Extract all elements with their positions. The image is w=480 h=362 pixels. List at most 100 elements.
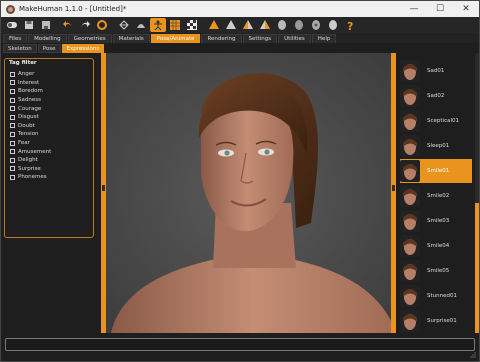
checkbox[interactable] xyxy=(10,106,15,112)
undo-icon[interactable] xyxy=(60,18,76,32)
reset-camera-icon[interactable] xyxy=(308,18,324,32)
checkbox[interactable] xyxy=(10,131,15,137)
expression-item-sad01[interactable]: Sad01 xyxy=(400,59,472,83)
expression-item-smile05[interactable]: Smile05 xyxy=(400,259,472,283)
tag-item-tension[interactable]: Tension xyxy=(10,130,51,139)
help-icon[interactable]: ? xyxy=(342,18,358,32)
left-panel-splitter[interactable] xyxy=(101,53,106,333)
tag-label: Amusement xyxy=(18,148,52,155)
right-view-icon[interactable] xyxy=(257,18,273,32)
grid-icon[interactable] xyxy=(167,18,183,32)
status-bar xyxy=(1,333,479,361)
expression-item-sceptical01[interactable]: Sceptical01 xyxy=(400,109,472,133)
tag-item-boredom[interactable]: Boredom xyxy=(10,87,51,96)
expression-thumbnail xyxy=(400,310,420,332)
tag-item-fear[interactable]: Fear xyxy=(10,139,51,148)
left-panel: Tag filter Anger Interest Boredom Sadnes… xyxy=(1,53,101,333)
window-title: MakeHuman 1.1.0 - [Untitled]* xyxy=(19,5,127,13)
expression-item-stunned01[interactable]: Stunned01 xyxy=(400,284,472,308)
expression-item-sad02[interactable]: Sad02 xyxy=(400,84,472,108)
scrollbar-thumb[interactable] xyxy=(475,203,479,333)
expression-label: Stunned01 xyxy=(427,293,457,299)
expression-label: Sceptical01 xyxy=(427,118,459,124)
tag-label: Disgust xyxy=(18,114,39,121)
subtab-pose[interactable]: Pose xyxy=(37,44,61,53)
tab-settings[interactable]: Settings xyxy=(242,34,278,43)
tab-geometries[interactable]: Geometries xyxy=(67,34,112,43)
head-view-icon[interactable] xyxy=(325,18,341,32)
tag-item-interest[interactable]: Interest xyxy=(10,79,51,88)
checkbox[interactable] xyxy=(10,140,15,146)
tab-pose-animate[interactable]: Pose/Animate xyxy=(150,34,201,43)
toolbar: ? xyxy=(1,17,479,33)
redo-icon[interactable] xyxy=(77,18,93,32)
top-view-icon[interactable] xyxy=(274,18,290,32)
checkbox[interactable] xyxy=(10,97,15,103)
expression-list-scrollbar[interactable] xyxy=(475,53,479,333)
expression-label: Smile02 xyxy=(427,193,450,199)
tag-item-amusement[interactable]: Amusement xyxy=(10,147,51,156)
expression-item-smile04[interactable]: Smile04 xyxy=(400,234,472,258)
tab-modelling[interactable]: Modelling xyxy=(28,34,67,43)
tag-label: Phonemes xyxy=(18,174,47,181)
maximize-button[interactable]: ☐ xyxy=(427,1,453,17)
subtab-expressions[interactable]: Expressions xyxy=(61,44,105,53)
tab-materials[interactable]: Materials xyxy=(112,34,150,43)
tag-label: Fear xyxy=(18,140,30,147)
smooth-icon[interactable] xyxy=(133,18,149,32)
expression-item-smile02[interactable]: Smile02 xyxy=(400,184,472,208)
minimize-button[interactable]: — xyxy=(401,1,427,17)
expression-label: Smile01 xyxy=(427,168,450,174)
tab-help[interactable]: Help xyxy=(311,34,337,43)
save-icon[interactable] xyxy=(21,18,37,32)
tag-item-sadness[interactable]: Sadness xyxy=(10,96,51,105)
front-view-icon[interactable] xyxy=(206,18,222,32)
checkbox[interactable] xyxy=(10,174,15,180)
tag-label: Doubt xyxy=(18,122,35,129)
tab-rendering[interactable]: Rendering xyxy=(201,34,242,43)
tab-utilities[interactable]: Utilities xyxy=(278,34,311,43)
toggle-icon[interactable] xyxy=(4,18,20,32)
tag-item-phonemes[interactable]: Phonemes xyxy=(10,173,51,182)
checkbox[interactable] xyxy=(10,157,15,163)
export-icon[interactable] xyxy=(38,18,54,32)
expression-thumbnail xyxy=(400,260,420,282)
svg-text:?: ? xyxy=(347,20,353,31)
tag-item-delight[interactable]: Delight xyxy=(10,156,51,165)
bottom-view-icon[interactable] xyxy=(291,18,307,32)
pose-icon[interactable] xyxy=(150,18,166,32)
checkbox[interactable] xyxy=(10,71,15,77)
3d-viewport[interactable] xyxy=(101,53,396,333)
checkbox[interactable] xyxy=(10,166,15,172)
tag-item-doubt[interactable]: Doubt xyxy=(10,122,51,131)
tag-item-anger[interactable]: Anger xyxy=(10,70,51,79)
close-button[interactable]: ✕ xyxy=(453,1,479,17)
expression-thumbnail xyxy=(400,160,420,182)
checkbox[interactable] xyxy=(10,149,15,155)
app-logo-icon xyxy=(6,4,15,14)
expression-item-surprise01[interactable]: Surprise01 xyxy=(400,309,472,333)
tab-files[interactable]: Files xyxy=(3,34,28,43)
expression-item-smile01[interactable]: Smile01 xyxy=(400,159,472,183)
left-view-icon[interactable] xyxy=(240,18,256,32)
wireframe-icon[interactable] xyxy=(116,18,132,32)
back-view-icon[interactable] xyxy=(223,18,239,32)
tag-item-disgust[interactable]: Disgust xyxy=(10,113,51,122)
reset-icon[interactable] xyxy=(94,18,110,32)
checkbox[interactable] xyxy=(10,88,15,94)
expression-item-smile03[interactable]: Smile03 xyxy=(400,209,472,233)
checkbox[interactable] xyxy=(10,80,15,86)
title-bar: MakeHuman 1.1.0 - [Untitled]* — ☐ ✕ xyxy=(1,1,479,17)
subtab-skeleton[interactable]: Skeleton xyxy=(3,44,37,53)
resize-grip-icon[interactable] xyxy=(468,352,476,358)
checkbox[interactable] xyxy=(10,114,15,120)
expression-item-sleep01[interactable]: Sleep01 xyxy=(400,134,472,158)
expression-thumbnail xyxy=(400,60,420,82)
tag-item-courage[interactable]: Courage xyxy=(10,104,51,113)
tag-item-surprise[interactable]: Surprise xyxy=(10,165,51,174)
tag-label: Sadness xyxy=(18,97,41,104)
checker-icon[interactable] xyxy=(184,18,200,32)
checkbox[interactable] xyxy=(10,123,15,129)
sub-tabs: Skeleton Pose Expressions xyxy=(1,43,479,53)
tag-label: Interest xyxy=(18,79,40,86)
